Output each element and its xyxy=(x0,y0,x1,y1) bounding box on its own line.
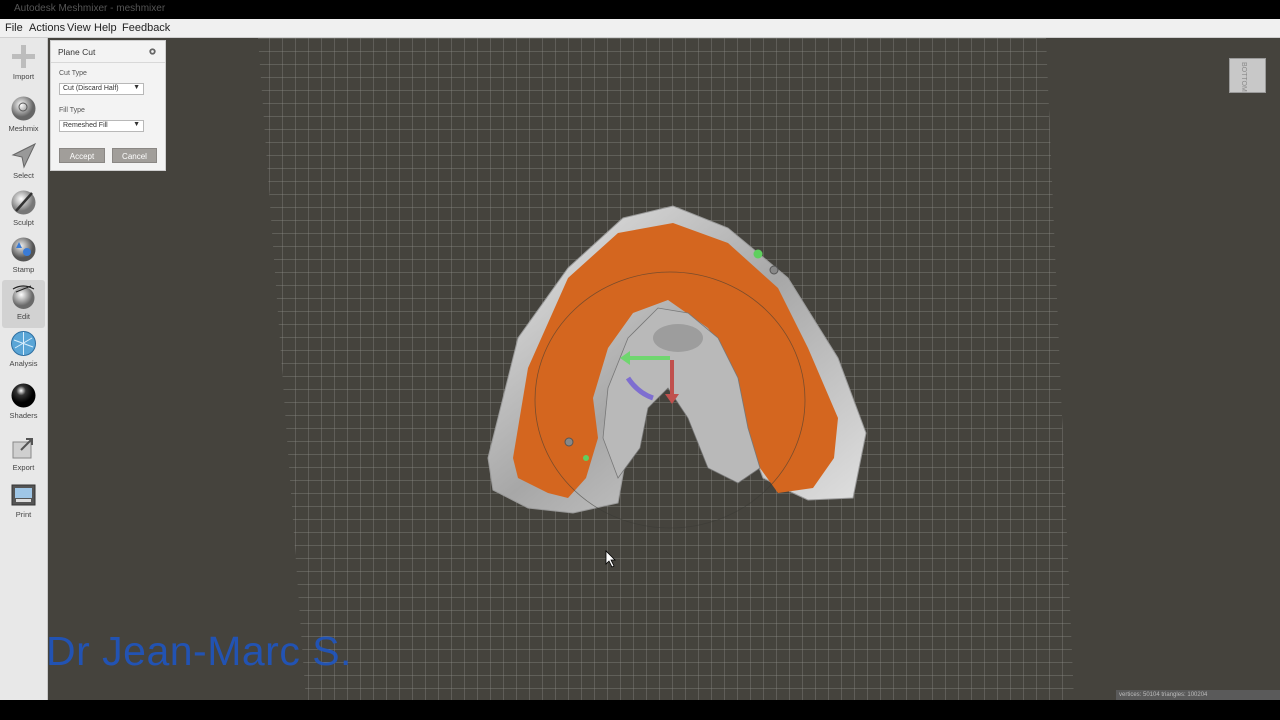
tool-stamp[interactable]: Stamp xyxy=(2,233,45,281)
tool-label: Sculpt xyxy=(13,218,34,227)
3d-viewport[interactable] xyxy=(48,38,1280,700)
select-arrow-icon xyxy=(11,142,37,169)
view-cube[interactable]: BOTTOM xyxy=(1229,58,1266,93)
watermark-text: Dr Jean-Marc S. xyxy=(46,628,352,674)
menu-view[interactable]: View xyxy=(67,22,91,34)
tool-sculpt[interactable]: Sculpt xyxy=(2,186,45,234)
cut-type-value: Cut (Discard Half) xyxy=(63,85,119,92)
tool-import[interactable]: Import xyxy=(2,40,45,88)
meshmix-sphere-icon xyxy=(11,96,36,121)
cut-type-label: Cut Type xyxy=(59,70,87,77)
gear-icon[interactable] xyxy=(148,47,157,56)
stamp-icon xyxy=(11,237,36,262)
window-title: Autodesk Meshmixer - meshmixer xyxy=(14,3,166,14)
menu-actions[interactable]: Actions xyxy=(29,22,65,34)
mesh-stats: vertices: 50104 triangles: 100204 xyxy=(1116,690,1280,700)
tool-label: Print xyxy=(15,510,32,519)
cut-type-select[interactable]: Cut (Discard Half) ▼ xyxy=(59,83,144,95)
analysis-icon xyxy=(11,331,36,356)
window-titlebar: Autodesk Meshmixer - meshmixer xyxy=(0,0,1280,19)
plane-cut-panel: Plane Cut Cut Type Cut (Discard Half) ▼ … xyxy=(50,40,166,171)
tool-print[interactable]: Print xyxy=(2,478,45,526)
tool-meshmix[interactable]: Meshmix xyxy=(2,92,45,140)
tool-label: Import xyxy=(12,72,35,81)
scene-canvas xyxy=(258,38,1074,700)
view-cube-face-label: BOTTOM xyxy=(1240,62,1247,92)
tool-sidebar: Import Meshmix Select Sculpt Stamp Edit … xyxy=(0,38,48,700)
tool-label: Stamp xyxy=(12,265,35,274)
accept-button[interactable]: Accept xyxy=(59,148,105,163)
chevron-down-icon: ▼ xyxy=(133,84,140,91)
tool-label: Edit xyxy=(17,312,30,321)
shader-sphere-icon xyxy=(11,383,36,408)
tool-shaders[interactable]: Shaders xyxy=(2,379,45,427)
menu-feedback[interactable]: Feedback xyxy=(122,22,170,34)
menu-file[interactable]: File xyxy=(5,22,23,34)
tool-edit[interactable]: Edit xyxy=(2,280,45,328)
cancel-button[interactable]: Cancel xyxy=(112,148,157,163)
fill-type-value: Remeshed Fill xyxy=(63,122,108,129)
chevron-down-icon: ▼ xyxy=(133,121,140,128)
fill-type-select[interactable]: Remeshed Fill ▼ xyxy=(59,120,144,132)
tool-label: Shaders xyxy=(9,411,38,420)
fill-type-label: Fill Type xyxy=(59,107,85,114)
menu-bar: File Actions View Help Feedback xyxy=(0,19,1280,38)
edit-sphere-icon xyxy=(12,285,35,309)
tool-label: Analysis xyxy=(9,359,38,368)
menu-help[interactable]: Help xyxy=(94,22,117,34)
tool-export[interactable]: Export xyxy=(2,431,45,479)
sculpt-brush-icon xyxy=(11,190,36,215)
export-icon xyxy=(12,438,33,459)
tool-analysis[interactable]: Analysis xyxy=(2,327,45,375)
panel-divider xyxy=(51,62,165,63)
tool-label: Select xyxy=(13,171,34,180)
tool-label: Export xyxy=(12,463,35,472)
printer-icon xyxy=(11,484,36,506)
tool-select[interactable]: Select xyxy=(2,139,45,187)
bottom-black-bar xyxy=(0,700,1280,720)
tool-label: Meshmix xyxy=(8,124,39,133)
panel-title: Plane Cut xyxy=(58,47,96,57)
plus-icon xyxy=(12,45,35,68)
